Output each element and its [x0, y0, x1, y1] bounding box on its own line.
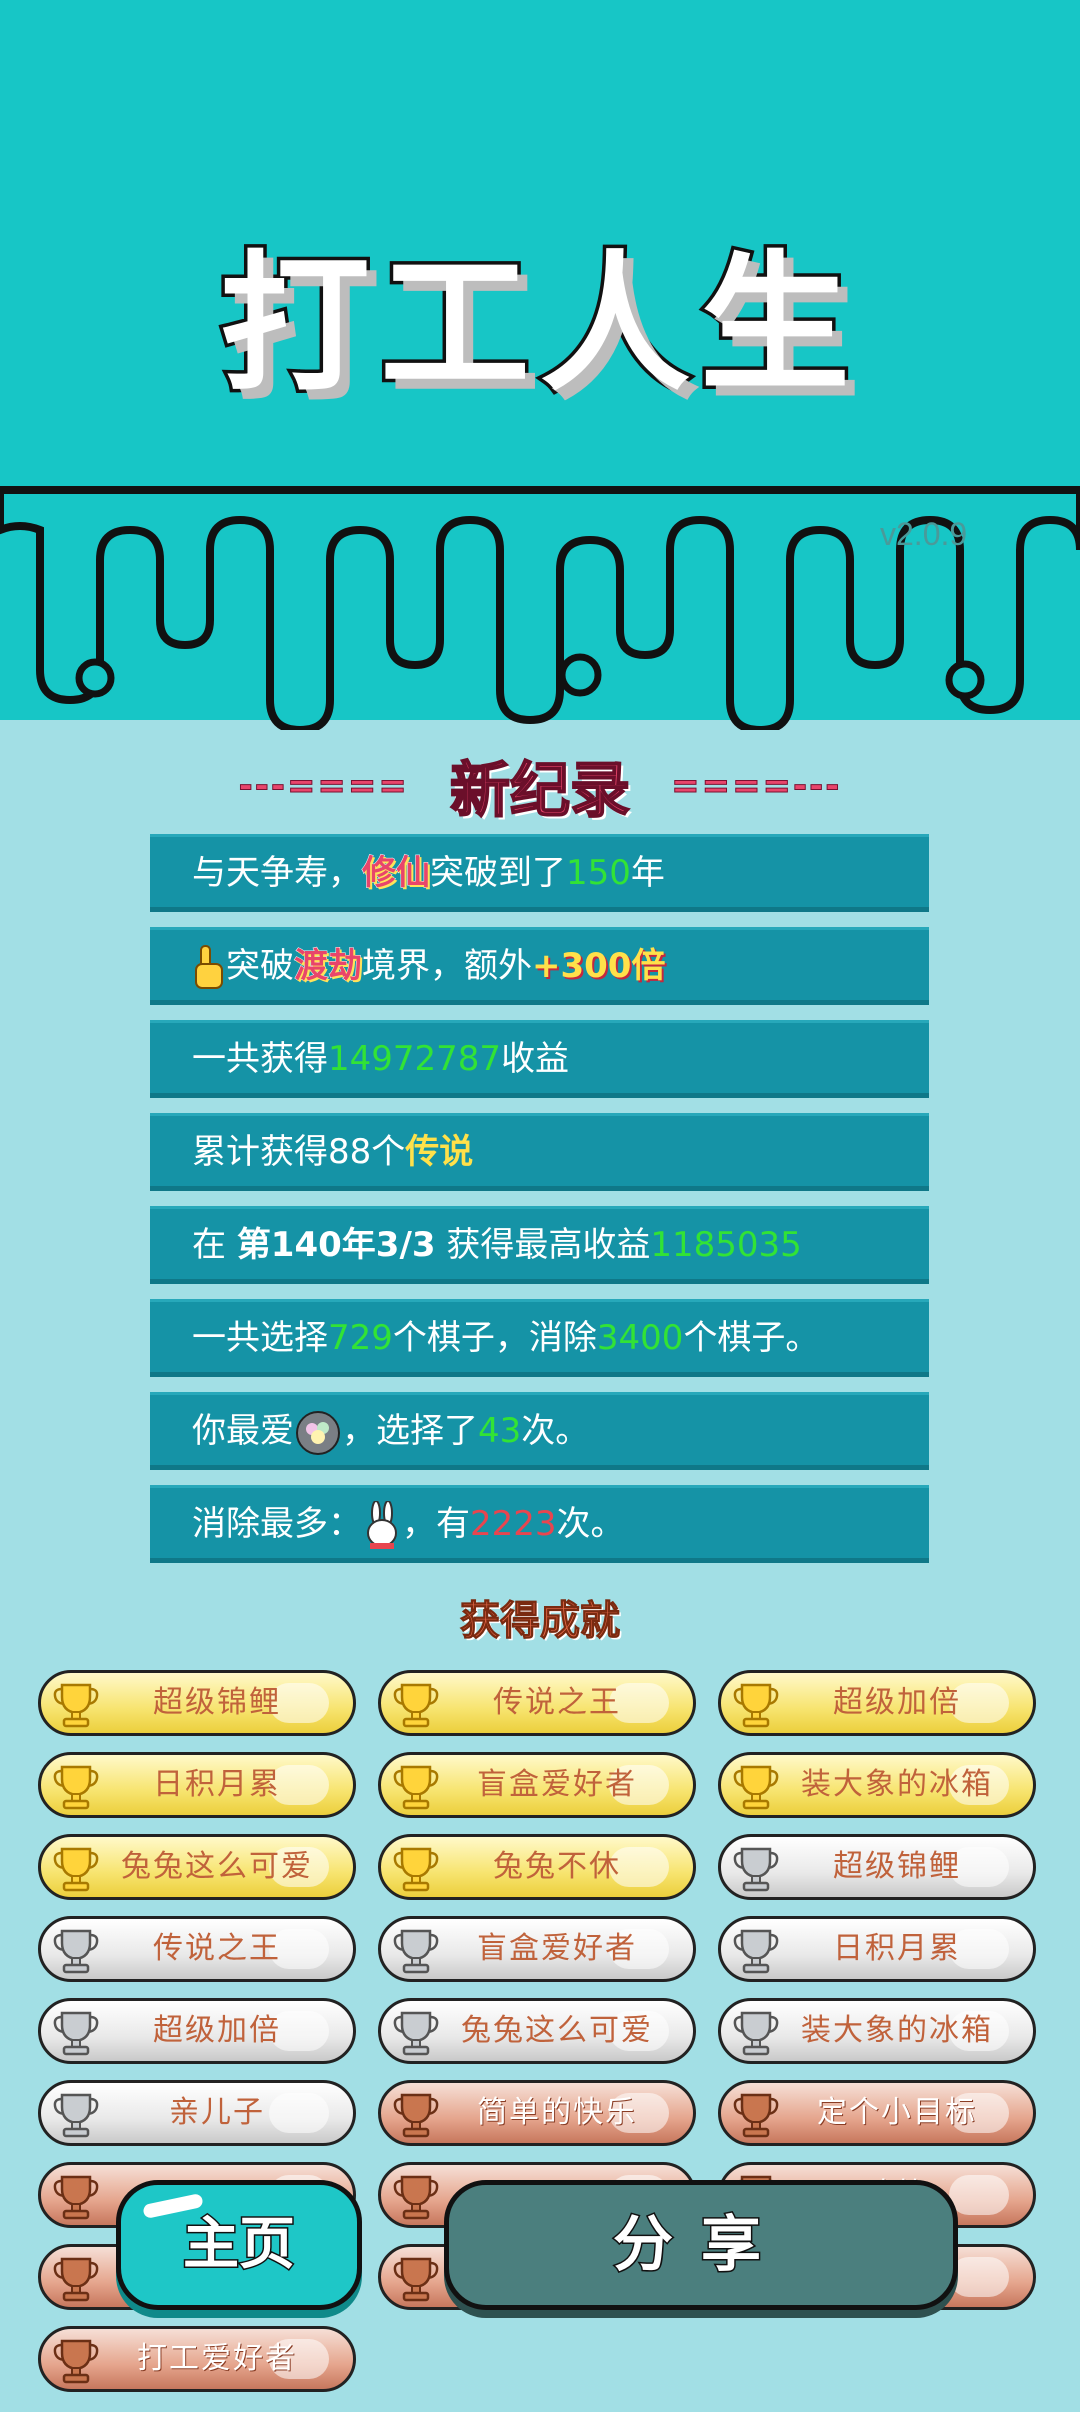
rabbit-icon: [367, 1500, 397, 1549]
achievements-heading: 获得成就: [460, 1598, 621, 1645]
achievement-label: 盲盒爱好者: [477, 1767, 637, 1802]
achievement-label: 超级加倍: [153, 2013, 281, 2048]
achievement-label: 盲盒爱好者: [477, 1931, 637, 1966]
trophy-icon: [393, 1765, 439, 1810]
dash-left: ---====: [238, 765, 409, 806]
trophy-icon: [53, 1929, 99, 1974]
achievement-label: 兔兔这么可爱: [461, 2013, 653, 2048]
achievement-badge: 传说之王: [38, 1916, 356, 1982]
achievement-label: 装大象的冰箱: [801, 2013, 993, 2048]
achievement-label: 装大象的冰箱: [801, 1767, 993, 1802]
record-list: 与天争寿，修仙突破到了150年 突破渡劫境界，额外+300倍 一共获得14972…: [150, 834, 929, 1578]
achievement-label: 超级锦鲤: [153, 1685, 281, 1720]
achievement-label: 日积月累: [153, 1767, 281, 1802]
trophy-icon: [53, 2093, 99, 2138]
achievement-label: 传说之王: [493, 1685, 621, 1720]
dash-right: ====---: [671, 765, 842, 806]
achievement-badge: 日积月累: [38, 1752, 356, 1818]
trophy-icon: [733, 1765, 779, 1810]
trophy-icon: [393, 2093, 439, 2138]
achievement-label: 兔兔这么可爱: [121, 1849, 313, 1884]
achievement-badge: 盲盒爱好者: [378, 1916, 696, 1982]
trophy-icon: [733, 1683, 779, 1728]
trophy-icon: [53, 1683, 99, 1728]
achievement-label: 打工爱好者: [137, 2341, 297, 2376]
achievement-label: 超级加倍: [833, 1685, 961, 1720]
achievement-label: 日积月累: [833, 1931, 961, 1966]
achievement-badge: 装大象的冰箱: [718, 1998, 1036, 2064]
blind-box-icon: [296, 1410, 340, 1455]
achievement-label: 超级锦鲤: [833, 1849, 961, 1884]
home-button[interactable]: 主页: [116, 2180, 362, 2310]
achievement-badge: 超级加倍: [718, 1670, 1036, 1736]
achievement-badge: 超级加倍: [38, 1998, 356, 2064]
game-title: 打工人生: [216, 238, 860, 412]
trophy-icon: [393, 2011, 439, 2056]
trophy-icon: [53, 2257, 99, 2302]
achievement-badge: 兔兔不休: [378, 1834, 696, 1900]
record-row-pieces: 一共选择729个棋子，消除3400个棋子。: [150, 1299, 929, 1377]
share-button-label: 分享: [612, 2209, 789, 2282]
version-label: v2.0.9: [880, 516, 968, 552]
achievement-badge: 简单的快乐: [378, 2080, 696, 2146]
achievement-badge: 装大象的冰箱: [718, 1752, 1036, 1818]
new-record-heading: ---==== 新纪录 ====---: [0, 742, 1080, 829]
trophy-icon: [53, 2339, 99, 2384]
trophy-icon: [53, 1765, 99, 1810]
trophy-icon: [733, 1847, 779, 1892]
achievement-badge: 定个小目标: [718, 2080, 1036, 2146]
record-row-realm: 突破渡劫境界，额外+300倍: [150, 927, 929, 1005]
achievement-badge: 盲盒爱好者: [378, 1752, 696, 1818]
share-button[interactable]: 分享: [444, 2180, 958, 2310]
achievement-label: 亲儿子: [169, 2095, 265, 2130]
record-row-total-income: 一共获得14972787收益: [150, 1020, 929, 1098]
trophy-icon: [393, 1683, 439, 1728]
achievement-label: 简单的快乐: [477, 2095, 637, 2130]
achievement-badge: 超级锦鲤: [38, 1670, 356, 1736]
record-row-best-income: 在 第140年3/3 获得最高收益1185035: [150, 1206, 929, 1284]
trophy-icon: [733, 2093, 779, 2138]
trophy-icon: [393, 2175, 439, 2220]
trophy-icon: [393, 1929, 439, 1974]
trophy-icon: [733, 1929, 779, 1974]
achievement-badge: 打工爱好者: [38, 2326, 356, 2392]
achievement-label: 定个小目标: [817, 2095, 977, 2130]
achievement-badge: 亲儿子: [38, 2080, 356, 2146]
record-row-most-eliminated: 消除最多： ，有2223次。: [150, 1485, 929, 1563]
drip-decoration: [0, 486, 1080, 730]
trophy-icon: [733, 2011, 779, 2056]
pointing-hand-icon: [195, 944, 223, 989]
record-row-legends: 累计获得88个传说: [150, 1113, 929, 1191]
achievement-label: 传说之王: [153, 1931, 281, 1966]
trophy-icon: [393, 2257, 439, 2302]
trophy-icon: [53, 1847, 99, 1892]
trophy-icon: [53, 2011, 99, 2056]
trophy-icon: [53, 2175, 99, 2220]
record-row-lifespan: 与天争寿，修仙突破到了150年: [150, 834, 929, 912]
achievement-badge: 日积月累: [718, 1916, 1036, 1982]
achievement-badge: 超级锦鲤: [718, 1834, 1036, 1900]
record-row-favorite: 你最爱 ，选择了43次。: [150, 1392, 929, 1470]
achievement-label: 兔兔不休: [493, 1849, 621, 1884]
home-button-label: 主页: [182, 2211, 297, 2279]
new-record-title: 新纪录: [449, 755, 631, 827]
trophy-icon: [393, 1847, 439, 1892]
achievement-badge: 兔兔这么可爱: [378, 1998, 696, 2064]
achievement-badge: 兔兔这么可爱: [38, 1834, 356, 1900]
achievement-badge: 传说之王: [378, 1670, 696, 1736]
